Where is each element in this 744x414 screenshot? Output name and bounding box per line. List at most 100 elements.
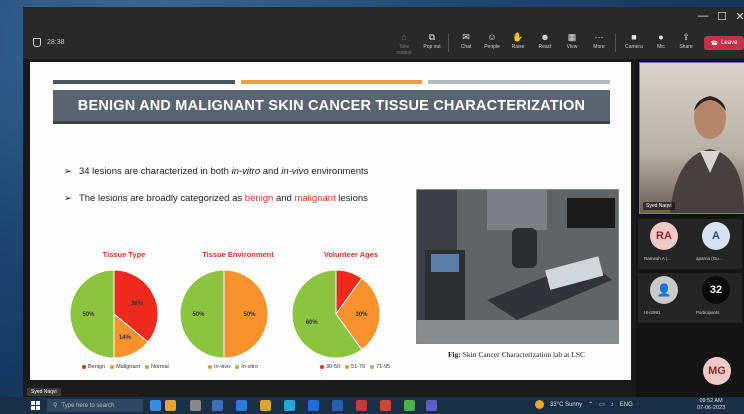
pie-value-label: 36%: [131, 301, 144, 307]
people-icon: ☺: [487, 32, 497, 42]
legend-label: Normal: [151, 364, 169, 370]
chat-button[interactable]: ✉ Chat: [455, 32, 477, 50]
camera-button[interactable]: ■ Camera: [623, 32, 645, 50]
lab-photo: [416, 189, 619, 344]
shield-icon: [33, 38, 41, 47]
pie-value-label: 50%: [244, 312, 257, 318]
toolbar-label: Camera: [625, 44, 643, 50]
lab-room-image: [417, 190, 618, 343]
toolbar-label: React: [538, 44, 552, 50]
people-button[interactable]: ☺ People: [481, 32, 503, 50]
leave-button[interactable]: ☎ Leave: [704, 36, 744, 50]
leave-label: Leave: [721, 40, 738, 46]
minimize-button[interactable]: —: [696, 10, 710, 22]
raise-button[interactable]: ✋ Raise: [507, 32, 529, 50]
speaker-name: Syed Naqvi: [643, 202, 675, 210]
participant-name: Ramesh A (...: [644, 256, 672, 261]
teams-icon[interactable]: [426, 400, 437, 411]
speaker-video[interactable]: Syed Naqvi: [639, 62, 744, 214]
close-button[interactable]: ✕: [733, 10, 744, 23]
legend-marker: [82, 364, 86, 369]
toolbar-label: Mic: [657, 44, 665, 50]
legend-item: 30-50: [320, 364, 340, 370]
legend-marker: [320, 364, 324, 369]
app-icon-3[interactable]: [212, 400, 223, 411]
avatar: A: [702, 222, 730, 250]
word-icon[interactable]: [332, 400, 343, 411]
pie-value-label: 30%: [356, 312, 369, 318]
edge-icon[interactable]: [284, 400, 295, 411]
mic-button[interactable]: ● Mic: [650, 32, 672, 50]
pop-out-icon: ⧉: [428, 32, 436, 42]
avatar: RA: [650, 222, 678, 250]
legend-tissue-environment: In-vivo In-vitro: [208, 364, 258, 370]
legend-label: Benign: [88, 364, 106, 370]
figure-caption: Fig: Skin Cancer Characterization lab at…: [416, 350, 617, 359]
powerpoint-icon[interactable]: [380, 400, 391, 411]
toolbar-label: Chat: [460, 44, 472, 50]
app-icon-4[interactable]: [236, 400, 247, 411]
pie-value-label: 60%: [306, 320, 319, 326]
legend-item: Benign: [82, 364, 105, 370]
participant-name: aparna (Gu...: [696, 256, 723, 261]
app-icon-1[interactable]: [150, 400, 161, 411]
legend-label: 30-50: [326, 364, 341, 370]
participant-tile[interactable]: RA Ramesh A (...: [638, 219, 690, 269]
app-icon-5[interactable]: [356, 400, 367, 411]
legend-tissue-type: Benign Malignant Normal: [82, 364, 169, 370]
participant-name: HH2991: [644, 310, 661, 315]
toolbar-separator: [615, 34, 616, 52]
legend-marker: [110, 364, 115, 369]
view-button[interactable]: ▦ View: [561, 32, 583, 50]
more-button[interactable]: ··· More: [588, 32, 610, 50]
windows-start-button[interactable]: [31, 401, 40, 410]
participant-tile[interactable]: Aaparna (Gu...: [690, 219, 742, 269]
react-icon: ☻: [540, 32, 550, 42]
caption-bold: Fig:: [447, 350, 461, 359]
take-control-button[interactable]: ⌂ Take control: [393, 32, 415, 56]
share-icon: ⇪: [682, 32, 690, 42]
legend-label: Malignant: [116, 364, 140, 370]
toolbar-separator: [448, 34, 449, 52]
chevron-up-icon[interactable]: ⌃: [588, 401, 593, 408]
mail-icon[interactable]: [308, 400, 319, 411]
legend-item: Malignant: [110, 364, 140, 370]
maximize-button[interactable]: ☐: [715, 10, 729, 23]
timer-text: 28:38: [47, 39, 65, 46]
teams-window: — ☐ ✕ 28:38 ⌂ Take control ⧉ Pop out ✉ Chat ☺ P…: [23, 7, 744, 397]
chrome-icon[interactable]: [404, 400, 415, 411]
avatar-mg[interactable]: MG: [703, 357, 731, 385]
lang-indicator[interactable]: ENG: [620, 402, 633, 408]
person-icon: 👤: [650, 276, 678, 304]
network-icon[interactable]: ▭: [599, 401, 605, 408]
legend-item: Normal: [145, 364, 169, 370]
windows-taskbar: ⚲ Type here to search 33°C Sunny ⌃ ▭ ♪ E…: [0, 397, 744, 414]
clock[interactable]: 09:52 AM 07-06-2023: [697, 398, 725, 412]
toolbar-label: View: [566, 44, 578, 50]
pop-out-button[interactable]: ⧉ Pop out: [421, 32, 443, 50]
legend-label: 71-95: [376, 364, 391, 370]
toolbar-label: Raise: [511, 44, 525, 50]
file-explorer-icon[interactable]: [260, 400, 271, 411]
legend-marker: [145, 364, 149, 369]
clock-time: 09:52 AM: [699, 398, 723, 404]
participant-tile[interactable]: 32 Participants: [690, 273, 742, 323]
system-tray: 33°C Sunny ⌃ ▭ ♪ ENG: [535, 400, 633, 409]
task-view-icon[interactable]: [190, 400, 201, 411]
legend-marker: [370, 364, 375, 369]
pie-value-label: 50%: [82, 312, 95, 318]
legend-label: 51-70: [351, 364, 366, 370]
react-button[interactable]: ☻ React: [534, 32, 556, 50]
legend-label: In-vivo: [214, 364, 231, 370]
legend-item: 71-95: [370, 364, 390, 370]
taskbar-search[interactable]: ⚲ Type here to search: [47, 399, 143, 412]
mic-icon: ●: [658, 32, 664, 42]
share-button[interactable]: ⇪ Share: [675, 32, 697, 50]
volume-icon[interactable]: ♪: [611, 402, 614, 408]
participant-tile[interactable]: 👤 HH2991: [638, 273, 690, 323]
meeting-timer: 28:38: [33, 38, 65, 47]
chat-icon: ✉: [462, 32, 470, 42]
app-icon-2[interactable]: [165, 400, 176, 411]
participants-panel: Syed Naqvi RA Ramesh A (... Aaparna (Gu...…: [636, 59, 744, 397]
caption-text: Skin Cancer Characterization lab at LSC: [460, 350, 586, 359]
